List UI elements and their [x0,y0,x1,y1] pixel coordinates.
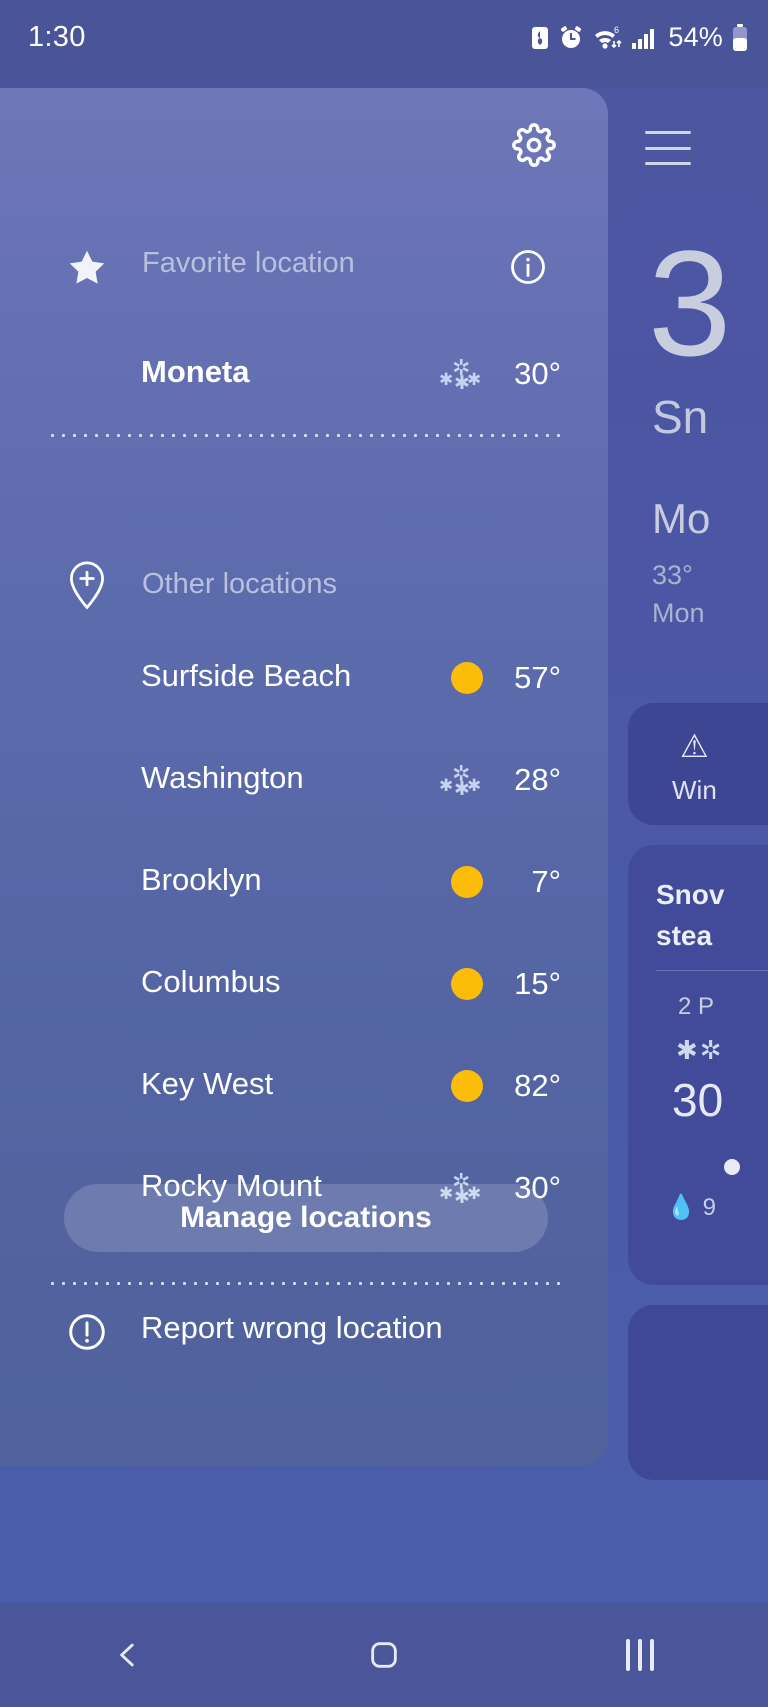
current-condition: Sn [652,391,709,443]
svg-text:6: 6 [614,25,619,35]
recents-bar [626,1639,630,1671]
location-row[interactable]: Washington ✱ ✲ ✱ ✱ 28° [0,760,608,814]
recents-bar [650,1639,654,1671]
location-temperature: 7° [531,864,561,899]
location-temperature: 28° [514,762,561,797]
location-temperature: 57° [514,660,561,695]
recents-button[interactable] [580,1620,700,1690]
snow-card-title-line1: Snov [656,879,725,910]
location-weather: 15° [451,964,561,1004]
location-temperature: 15° [514,966,561,1001]
weather-alert-card[interactable]: ⚠ Win [628,703,768,825]
location-weather: ✱ ✲ ✱ ✱ 30° [439,354,561,394]
info-icon [511,250,545,284]
gear-icon [512,123,556,167]
forecast-day: Mon [652,598,705,628]
screen-root: 3 Sn Mo 33° Mon ⚠ Win Snov stea 2 P ✱✲ 3… [0,0,768,1707]
location-name: Brooklyn [141,862,262,897]
location-weather: 82° [451,1066,561,1106]
location-weather: 7° [451,862,561,902]
divider-top [47,434,561,437]
alarm-icon [561,25,582,48]
favorite-location-label: Favorite location [142,247,355,279]
location-temperature: 30° [514,356,561,391]
signal-bars-icon [632,28,655,49]
current-city: Mo [652,495,711,542]
location-name: Key West [141,1066,274,1101]
bottom-weather-card[interactable] [628,1305,768,1480]
snow-icon: ✱✲ [676,1035,724,1065]
location-name: Surfside Beach [141,658,352,693]
report-wrong-location-label: Report wrong location [141,1310,443,1345]
location-name: Columbus [141,964,281,999]
manage-locations-button[interactable]: Manage locations [64,1184,548,1252]
sunny-icon [451,968,483,1000]
location-name: Moneta [141,354,250,389]
home-square-icon [371,1642,397,1668]
current-temperature: 3 [648,219,732,387]
report-wrong-location-row[interactable]: Report wrong location [0,1306,608,1362]
settings-button[interactable] [510,121,558,169]
battery-percent: 54% [668,22,723,52]
add-location-pin-icon[interactable] [64,556,110,612]
precip-dot-icon [724,1159,740,1175]
location-weather: ✱ ✲ ✱ ✱ 28° [439,760,561,800]
exclamation-circle-icon [64,1308,110,1356]
divider-bottom [47,1282,561,1285]
location-row-favorite[interactable]: Moneta ✱ ✲ ✱ ✱ 30° [0,354,608,408]
sunny-icon [451,1070,483,1102]
snow-forecast-card[interactable]: Snov stea 2 P ✱✲ 30 💧 9 [628,845,768,1285]
home-button[interactable] [324,1620,444,1690]
divider [656,970,768,971]
recents-bars-icon [626,1639,654,1671]
precip-percent: 💧 9 [666,1194,716,1221]
location-row[interactable]: Surfside Beach 57° [0,658,608,712]
hamburger-menu-icon[interactable] [645,131,691,165]
other-locations-header: Other locations [0,554,608,616]
location-row[interactable]: Key West 82° [0,1066,608,1120]
hamburger-bar [645,162,691,165]
snow-icon: ✱ ✲ ✱ ✱ [439,355,482,394]
snow-icon: ✱ ✲ ✱ ✱ [439,761,482,800]
hamburger-bar [645,131,691,134]
location-weather: 57° [451,658,561,698]
battery-saver-icon [532,26,549,49]
snow-card-title-line2: stea [656,920,713,951]
battery-icon [733,23,747,51]
other-locations-label: Other locations [142,568,338,600]
locations-drawer: Favorite location Moneta ✱ ✲ ✱ ✱ 30° Oth… [0,88,608,1466]
alert-label: Win [672,775,717,805]
snow-card-hour: 2 P [678,993,715,1020]
back-chevron-icon [120,1643,134,1667]
status-bar-icons: 6 54% [530,22,748,53]
high-low-temp: 33° [652,560,693,590]
sunny-icon [451,866,483,898]
status-bar-clock: 1:30 [28,21,86,53]
manage-locations-label: Manage locations [180,1201,432,1234]
status-bar: 1:30 6 54% [0,0,768,88]
info-button[interactable] [506,245,550,289]
hamburger-bar [645,146,691,150]
warning-triangle-icon: ⚠ [680,728,709,764]
location-row[interactable]: Brooklyn 7° [0,862,608,916]
back-button[interactable] [68,1620,188,1690]
wifi-6-icon: 6 [595,25,622,49]
location-row[interactable]: Columbus 15° [0,964,608,1018]
sunny-icon [451,662,483,694]
favorite-location-header: Favorite location [0,238,608,298]
location-name: Washington [141,760,304,795]
location-temperature: 82° [514,1068,561,1103]
snow-card-temperature: 30 [672,1074,724,1126]
star-icon [62,244,112,292]
system-nav-bar [0,1603,768,1707]
recents-bar [638,1639,642,1671]
